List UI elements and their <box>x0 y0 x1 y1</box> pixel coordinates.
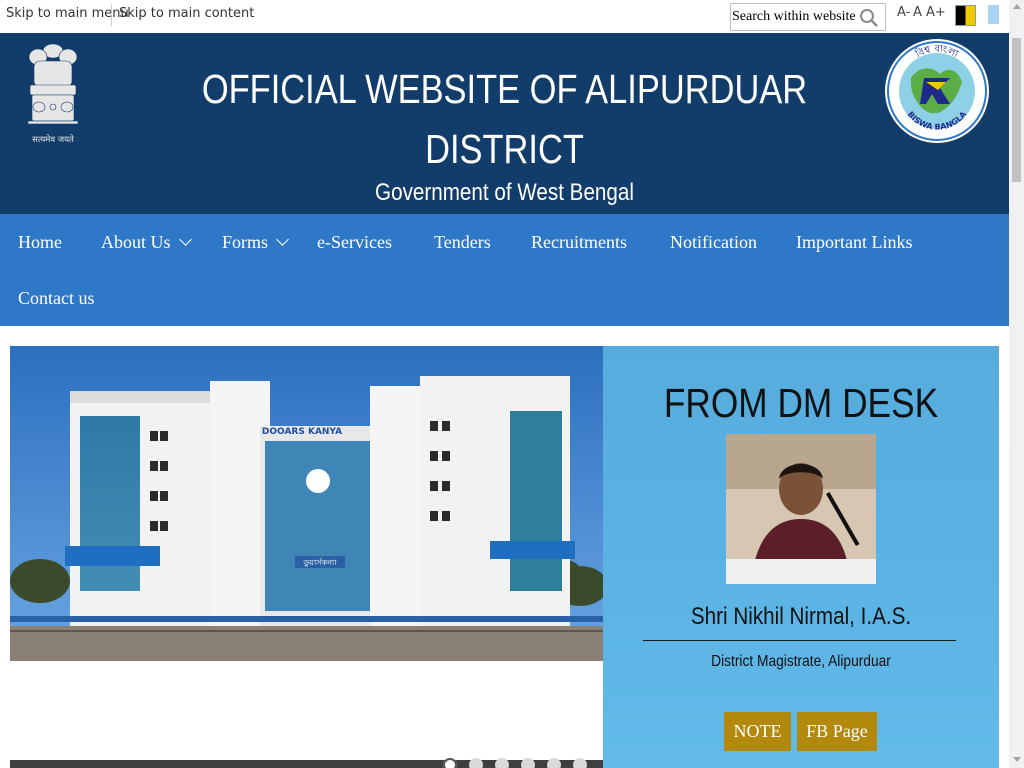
scroll-thumb[interactable] <box>1012 38 1021 182</box>
site-title: OFFICIAL WEBSITE OF ALIPURDUAR DISTRICT <box>0 59 1009 179</box>
fb-page-button[interactable]: FB Page <box>797 712 877 751</box>
high-contrast-button[interactable] <box>955 5 976 26</box>
nav-item-e-services[interactable]: e-Services <box>317 232 392 253</box>
chevron-down-icon <box>178 233 192 246</box>
slider-dot[interactable] <box>521 758 535 768</box>
search-input[interactable] <box>731 4 856 30</box>
site-title-line1: OFFICIAL WEBSITE OF ALIPURDUAR <box>201 66 808 112</box>
nav-item-recruitments[interactable]: Recruitments <box>531 232 627 253</box>
site-header: सत्यमेव जयते OFFICIAL WEBSITE OF ALIPURD… <box>0 33 1009 214</box>
dm-role: District Magistrate, Alipurduar <box>711 653 891 670</box>
chevron-down-icon <box>276 233 289 246</box>
font-decrease-button[interactable]: A- <box>897 5 910 20</box>
note-button[interactable]: NOTE <box>724 712 791 751</box>
dm-name: Shri Nikhil Nirmal, I.A.S. <box>690 603 912 630</box>
slider-bar <box>10 760 603 768</box>
nav-item-forms[interactable]: Forms <box>222 232 289 253</box>
font-normal-button[interactable]: A <box>913 5 922 20</box>
utility-bar: Skip to main menu Skip to main content A… <box>0 0 1009 34</box>
page: Skip to main menu Skip to main content A… <box>0 0 1009 768</box>
nav-item-label: About Us <box>101 232 171 252</box>
slider-dot[interactable] <box>547 758 561 768</box>
biswa-bangla-logo[interactable]: বিশ্ব বাংলা BISWA BANGLA <box>884 38 990 144</box>
normal-contrast-button[interactable] <box>988 5 999 24</box>
nav-item-tenders[interactable]: Tenders <box>434 232 491 253</box>
search-icon[interactable] <box>859 8 879 28</box>
nav-item-contact-us[interactable]: Contact us <box>18 288 95 309</box>
divider <box>643 640 956 641</box>
slider-dot[interactable] <box>443 758 457 768</box>
slider-dot[interactable] <box>495 758 509 768</box>
slider-dot[interactable] <box>573 758 587 768</box>
nav-item-important-links[interactable]: Important Links <box>796 232 912 253</box>
nav-item-notification[interactable]: Notification <box>670 232 757 253</box>
slider-dot[interactable] <box>469 758 483 768</box>
font-increase-button[interactable]: A+ <box>926 5 946 20</box>
building-door-sign: ডুয়ার্সকন্যা <box>302 558 337 567</box>
site-subtitle: Government of West Bengal <box>375 179 634 206</box>
nav-item-label: Forms <box>222 232 269 252</box>
dm-photo <box>726 434 876 584</box>
scroll-down-arrow-icon[interactable] <box>1012 757 1021 762</box>
nav-item-about-us[interactable]: About Us <box>101 232 192 253</box>
scroll-up-arrow-icon[interactable] <box>1012 4 1021 9</box>
building-top-sign: DOOARS KANYA <box>262 427 342 437</box>
hero-slide-image[interactable]: ডুয়ার্সকন্যা DOOARS KANYA <box>10 346 603 661</box>
search-box <box>730 3 886 31</box>
nav-item-home[interactable]: Home <box>18 232 62 253</box>
main-nav: Home About Us Forms e-Services Tenders R… <box>0 214 1009 326</box>
skip-to-content-link[interactable]: Skip to main content <box>119 6 254 21</box>
divider <box>111 4 112 26</box>
dm-desk-heading: FROM DM DESK <box>663 380 939 426</box>
hero-caption-area <box>10 661 603 760</box>
site-title-line2: DISTRICT <box>425 126 584 172</box>
